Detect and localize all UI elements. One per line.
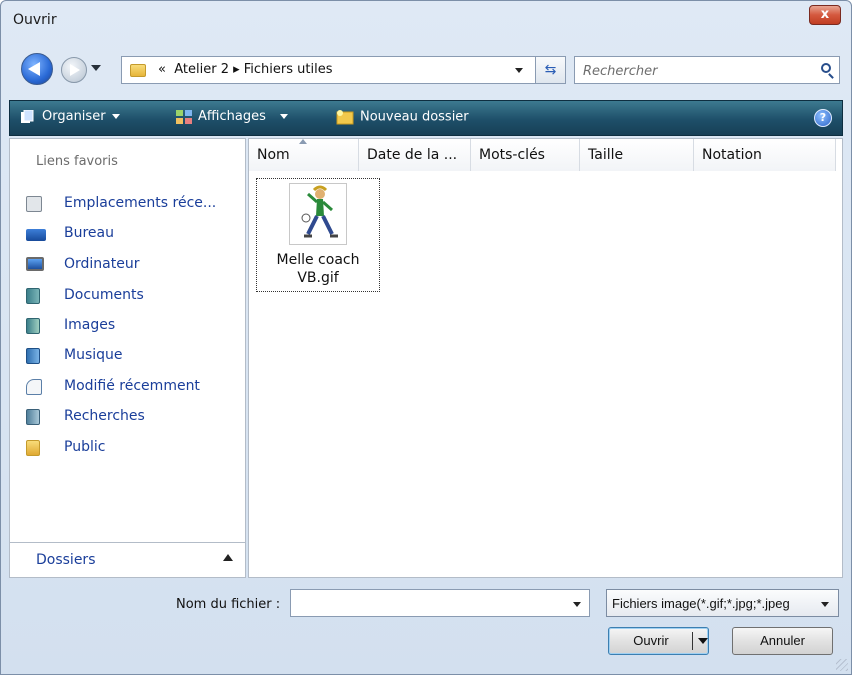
folder-icon [130,64,146,77]
pictures-icon [26,318,40,334]
forward-button[interactable] [61,57,87,83]
column-header-name[interactable]: Nom [249,139,359,171]
favorite-links-title: Liens favoris [36,154,118,169]
window-title: Ouvrir [13,12,57,28]
resize-grip-icon[interactable] [836,659,848,671]
search-box[interactable] [574,56,840,84]
nav-item-label: Modifié récemment [64,378,200,394]
back-arrow-icon [28,62,40,76]
cancel-button-label: Annuler [760,633,805,648]
nav-item-label: Ordinateur [64,256,140,272]
nav-item-label: Recherches [64,408,145,424]
title-bar[interactable]: Ouvrir x [1,1,851,47]
filename-input[interactable] [295,594,559,614]
desktop-icon [26,229,46,241]
nav-item-label: Bureau [64,225,114,241]
nav-item-label: Public [64,439,106,455]
organize-icon [21,109,34,123]
folders-toggle[interactable]: Dossiers [9,542,246,578]
file-name-line: VB.gif [297,270,339,286]
column-header-tags[interactable]: Mots-clés [471,139,580,171]
address-dropdown-icon[interactable] [515,68,523,73]
organize-label: Organiser [42,109,106,124]
open-button[interactable]: Ouvrir [608,627,709,655]
breadcrumb[interactable]: « Atelier 2 ▸ Fichiers utiles [158,62,332,77]
filetype-value: Fichiers image(*.gif;*.jpg;*.jpeg [612,596,790,611]
filename-label: Nom du fichier : [176,597,281,612]
breadcrumb-path[interactable]: Atelier 2 ▸ Fichiers utiles [174,62,332,77]
address-bar[interactable]: « Atelier 2 ▸ Fichiers utiles [121,56,536,84]
back-button[interactable] [21,53,53,85]
recently-changed-icon [26,379,42,395]
nav-item-label: Images [64,317,116,333]
search-input[interactable] [581,61,805,81]
history-dropdown-icon[interactable] [91,65,101,71]
chevron-up-icon [223,554,233,561]
forward-arrow-icon [70,64,80,76]
column-header-date[interactable]: Date de la ... [359,139,471,171]
filename-combobox[interactable] [290,589,590,617]
file-list-pane[interactable]: Nom Date de la ... Mots-clés Taille Nota… [248,138,843,578]
close-button[interactable]: x [809,5,841,25]
column-header-label: Taille [588,147,624,163]
open-button-label: Ouvrir [633,633,669,648]
new-folder-icon [336,110,354,125]
refresh-icon: ⇆ [544,62,557,78]
search-icon[interactable] [821,63,831,73]
organize-dropdown-icon [111,114,120,119]
favorite-links-pane: Liens favoris Emplacements réce... Burea… [9,138,246,578]
recent-places-icon [26,196,42,212]
public-folder-icon [26,440,40,456]
column-header-label: Notation [702,147,762,163]
column-header-label: Nom [257,147,290,163]
file-item[interactable]: Melle coach VB.gif [256,178,380,292]
views-label: Affichages [198,109,266,124]
column-header-label: Date de la ... [367,147,458,163]
nav-item-label: Documents [64,287,144,303]
refresh-button[interactable]: ⇆ [536,56,566,84]
filename-dropdown-icon[interactable] [573,602,581,607]
filetype-dropdown-icon [821,602,829,607]
file-name: Melle coach VB.gif [257,251,379,287]
documents-icon [26,288,40,304]
filetype-select[interactable]: Fichiers image(*.gif;*.jpg;*.jpeg [606,589,839,617]
breadcrumb-overflow[interactable]: « [158,62,166,77]
views-dropdown-icon [279,114,288,119]
coach-figure-icon [301,185,338,238]
column-header-label: Mots-clés [479,147,545,163]
file-thumbnail [289,183,347,245]
split-separator [692,632,693,650]
open-dialog: Ouvrir x « Atelier 2 ▸ Fichiers utiles ⇆… [0,0,852,675]
views-icon [176,109,192,124]
column-header-size[interactable]: Taille [580,139,694,171]
nav-item-label: Musique [64,347,123,363]
command-bar: Organiser Affichages Nouveau dossier ? [9,100,843,136]
open-dropdown-icon[interactable] [698,638,708,644]
folders-label: Dossiers [36,552,96,568]
close-icon: x [820,7,830,22]
help-icon[interactable]: ? [814,109,832,127]
views-menu[interactable]: Affichages [176,109,288,124]
new-folder-button[interactable]: Nouveau dossier [336,109,469,125]
new-folder-label: Nouveau dossier [360,109,469,125]
nav-item-label: Emplacements réce... [64,195,217,211]
searches-icon [26,409,40,425]
sort-ascending-icon [299,139,307,144]
music-icon [26,348,40,364]
file-name-line: Melle coach [276,252,360,268]
organize-menu[interactable]: Organiser [20,109,120,124]
column-header-rating[interactable]: Notation [694,139,836,171]
computer-icon [26,257,44,271]
cancel-button[interactable]: Annuler [732,627,833,655]
